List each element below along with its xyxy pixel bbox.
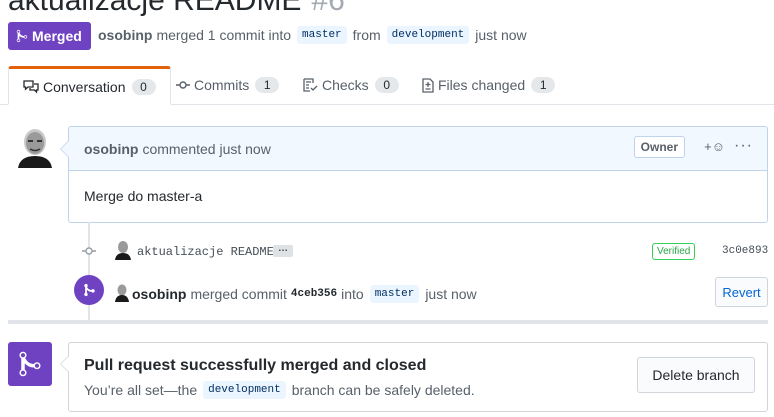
merge-status-text-before: You’re all set—the xyxy=(84,382,198,398)
base-branch-label[interactable]: master xyxy=(297,26,347,44)
tab-files-changed[interactable]: Files changed 1 xyxy=(422,66,556,104)
pr-merge-text: merged 1 commit into xyxy=(156,27,292,43)
pr-author-link[interactable]: osobinp xyxy=(98,27,152,43)
merge-time: just now xyxy=(425,286,477,302)
comment-box: osobinp commented just now Owner +☺ ··· … xyxy=(68,126,768,223)
avatar[interactable] xyxy=(114,284,130,302)
expand-commit-button[interactable]: … xyxy=(273,244,293,257)
comment-header: osobinp commented just now Owner +☺ ··· xyxy=(69,127,767,171)
tab-label: Checks xyxy=(322,77,369,93)
tab-counter: 0 xyxy=(374,77,399,93)
merged-state-label: Merged xyxy=(32,28,82,44)
merge-event-badge xyxy=(74,275,104,305)
tab-conversation[interactable]: Conversation 0 xyxy=(8,66,171,105)
revert-button[interactable]: Revert xyxy=(715,277,768,307)
merge-text-before: merged commit xyxy=(190,286,287,302)
merge-status-box: Pull request successfully merged and clo… xyxy=(68,342,768,412)
tab-counter: 1 xyxy=(255,77,280,93)
avatar[interactable] xyxy=(114,240,132,260)
merge-status-text-after: branch can be safely deleted. xyxy=(291,382,475,398)
merge-event-text: osobinp merged commit 4ceb356 into maste… xyxy=(132,285,477,303)
timeline-line xyxy=(88,222,90,320)
git-merge-icon xyxy=(16,29,28,43)
owner-badge: Owner xyxy=(633,136,685,158)
pr-time: just now xyxy=(475,27,527,43)
file-diff-icon xyxy=(422,77,434,93)
merge-box-caret-inner xyxy=(61,356,69,372)
git-merge-icon xyxy=(83,283,95,297)
git-commit-icon xyxy=(176,81,190,89)
merge-branch-label[interactable]: master xyxy=(369,285,420,303)
delete-branch-button[interactable]: Delete branch xyxy=(637,357,755,393)
tab-label: Commits xyxy=(194,77,250,93)
merge-text-into: into xyxy=(341,286,364,302)
pr-from-text: from xyxy=(352,27,381,43)
timeline-divider xyxy=(8,320,768,324)
tab-label: Conversation xyxy=(43,78,126,95)
comment-discussion-icon xyxy=(23,79,39,94)
commit-message-link[interactable]: aktualizacje README xyxy=(137,245,274,259)
tab-label: Files changed xyxy=(438,77,526,93)
merge-author-link[interactable]: osobinp xyxy=(132,286,186,302)
deletable-branch-label[interactable]: development xyxy=(203,381,286,399)
comment-body: Merge do master-a xyxy=(84,188,203,204)
commit-sha-link[interactable]: 3c0e893 xyxy=(722,245,768,257)
git-commit-icon xyxy=(82,247,96,255)
more-options-icon[interactable]: ··· xyxy=(734,137,753,155)
git-merge-icon xyxy=(19,351,41,377)
tab-checks[interactable]: Checks 0 xyxy=(303,66,399,104)
comment-action-text: commented just now xyxy=(142,140,271,157)
pr-number: #6 xyxy=(311,0,345,17)
checklist-icon xyxy=(303,78,318,92)
merge-status-subtitle: You’re all set—the development branch ca… xyxy=(84,381,475,399)
verified-badge[interactable]: Verified xyxy=(652,243,696,260)
pr-title-text: aktualizacje README xyxy=(8,0,302,17)
comment-author-link[interactable]: osobinp xyxy=(84,141,138,157)
head-branch-label[interactable]: development xyxy=(386,26,470,44)
avatar[interactable] xyxy=(16,126,54,168)
pr-tabs: Conversation 0 Commits 1 Checks 0 Files … xyxy=(0,66,774,105)
merge-status-title: Pull request successfully merged and clo… xyxy=(84,357,427,374)
pr-title: aktualizacje README #6 xyxy=(8,0,345,18)
merge-sha-link[interactable]: 4ceb356 xyxy=(291,288,337,300)
comment-caret-inner xyxy=(61,141,69,157)
merged-status-badge xyxy=(8,342,52,386)
add-reaction-icon[interactable]: +☺ xyxy=(704,139,725,154)
tab-counter: 1 xyxy=(531,77,556,93)
tab-counter: 0 xyxy=(131,78,156,95)
tab-commits[interactable]: Commits 1 xyxy=(176,66,280,104)
merged-state-badge: Merged xyxy=(8,22,91,50)
pr-meta: osobinp merged 1 commit into master from… xyxy=(98,26,531,44)
